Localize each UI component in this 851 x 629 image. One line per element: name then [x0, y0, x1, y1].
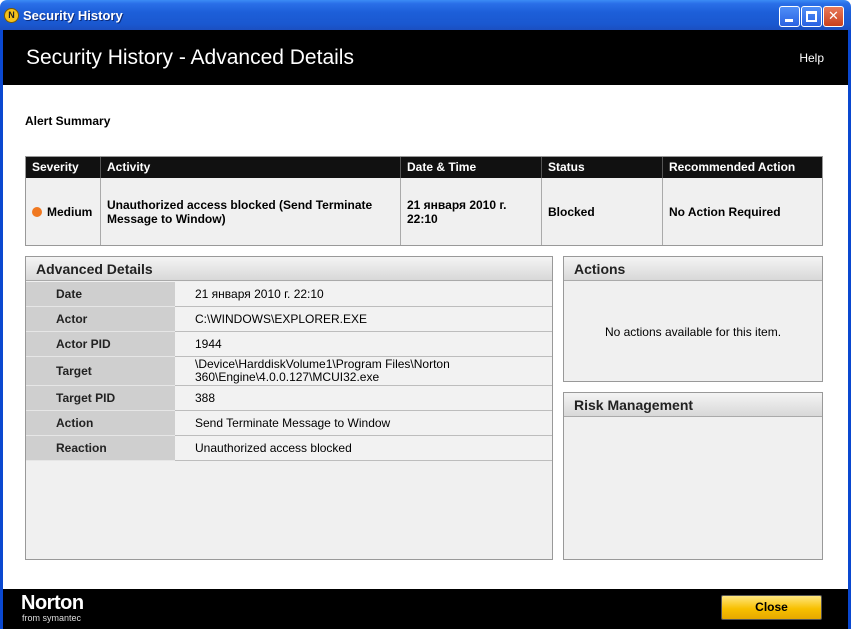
minimize-button[interactable] — [779, 6, 800, 27]
detail-label: Action — [26, 411, 175, 436]
column-header-recommended-action: Recommended Action — [669, 160, 796, 174]
maximize-button[interactable] — [801, 6, 822, 27]
help-link[interactable]: Help — [799, 51, 824, 65]
alert-summary-table: Severity Activity Date & Time Status Rec… — [25, 156, 823, 246]
column-header-status: Status — [542, 157, 663, 178]
detail-value: C:\WINDOWS\EXPLORER.EXE — [175, 307, 552, 332]
detail-value: Send Terminate Message to Window — [175, 411, 552, 436]
advanced-details-panel: Advanced Details Date 21 января 2010 г. … — [25, 256, 553, 560]
detail-row-target: Target \Device\HarddiskVolume1\Program F… — [26, 357, 552, 386]
detail-label: Date — [26, 282, 175, 307]
window-title: Security History — [23, 8, 123, 23]
detail-row-date: Date 21 января 2010 г. 22:10 — [26, 282, 552, 307]
detail-label: Target PID — [26, 386, 175, 411]
norton-app-icon: N — [4, 8, 19, 23]
column-header-severity: Severity — [26, 157, 101, 178]
column-header-date-time: Date & Time — [401, 157, 542, 178]
risk-management-heading: Risk Management — [564, 393, 822, 417]
close-button[interactable]: Close — [721, 595, 822, 620]
norton-logo-subtitle: from symantec — [22, 613, 82, 623]
detail-value: 1944 — [175, 332, 552, 357]
minimize-icon — [785, 19, 793, 22]
detail-label: Target — [26, 357, 175, 386]
detail-row-action: Action Send Terminate Message to Window — [26, 411, 552, 436]
column-header-activity: Activity — [101, 157, 401, 178]
page-header: Security History - Advanced Details Help — [3, 30, 848, 85]
activity-cell: Unauthorized access blocked (Send Termin… — [101, 178, 401, 245]
actions-heading: Actions — [564, 257, 822, 281]
alert-summary-heading: Alert Summary — [25, 114, 111, 128]
severity-cell: Medium — [26, 178, 101, 245]
detail-value: \Device\HarddiskVolume1\Program Files\No… — [175, 357, 552, 386]
no-actions-message: No actions available for this item. — [604, 325, 782, 339]
recommended-action-cell: No Action Required — [669, 204, 781, 219]
window-title-bar[interactable]: N Security History ✕ — [0, 0, 851, 30]
actions-panel: Actions No actions available for this it… — [563, 256, 823, 382]
status-cell: Blocked — [542, 178, 663, 245]
norton-logo: Norton — [21, 592, 84, 614]
advanced-details-heading: Advanced Details — [26, 257, 552, 281]
datetime-cell: 21 января 2010 г. 22:10 — [401, 178, 542, 245]
detail-label: Actor PID — [26, 332, 175, 357]
summary-table-header: Severity Activity Date & Time Status Rec… — [26, 157, 822, 178]
window-close-button[interactable]: ✕ — [823, 6, 844, 27]
risk-management-panel: Risk Management — [563, 392, 823, 560]
page-title: Security History - Advanced Details — [26, 46, 354, 69]
maximize-icon — [806, 11, 817, 22]
window-frame-left — [0, 30, 3, 629]
detail-value: 388 — [175, 386, 552, 411]
severity-dot-icon — [32, 206, 42, 217]
detail-label: Actor — [26, 307, 175, 332]
detail-value: 21 января 2010 г. 22:10 — [175, 282, 552, 307]
detail-row-actor: Actor C:\WINDOWS\EXPLORER.EXE — [26, 307, 552, 332]
detail-label: Reaction — [26, 436, 175, 461]
severity-value: Medium — [47, 204, 93, 219]
close-icon: ✕ — [828, 8, 839, 23]
detail-row-target-pid: Target PID 388 — [26, 386, 552, 411]
footer-bar: Norton from symantec Close — [3, 589, 848, 629]
detail-value: Unauthorized access blocked — [175, 436, 552, 461]
detail-row-reaction: Reaction Unauthorized access blocked — [26, 436, 552, 461]
detail-row-actor-pid: Actor PID 1944 — [26, 332, 552, 357]
